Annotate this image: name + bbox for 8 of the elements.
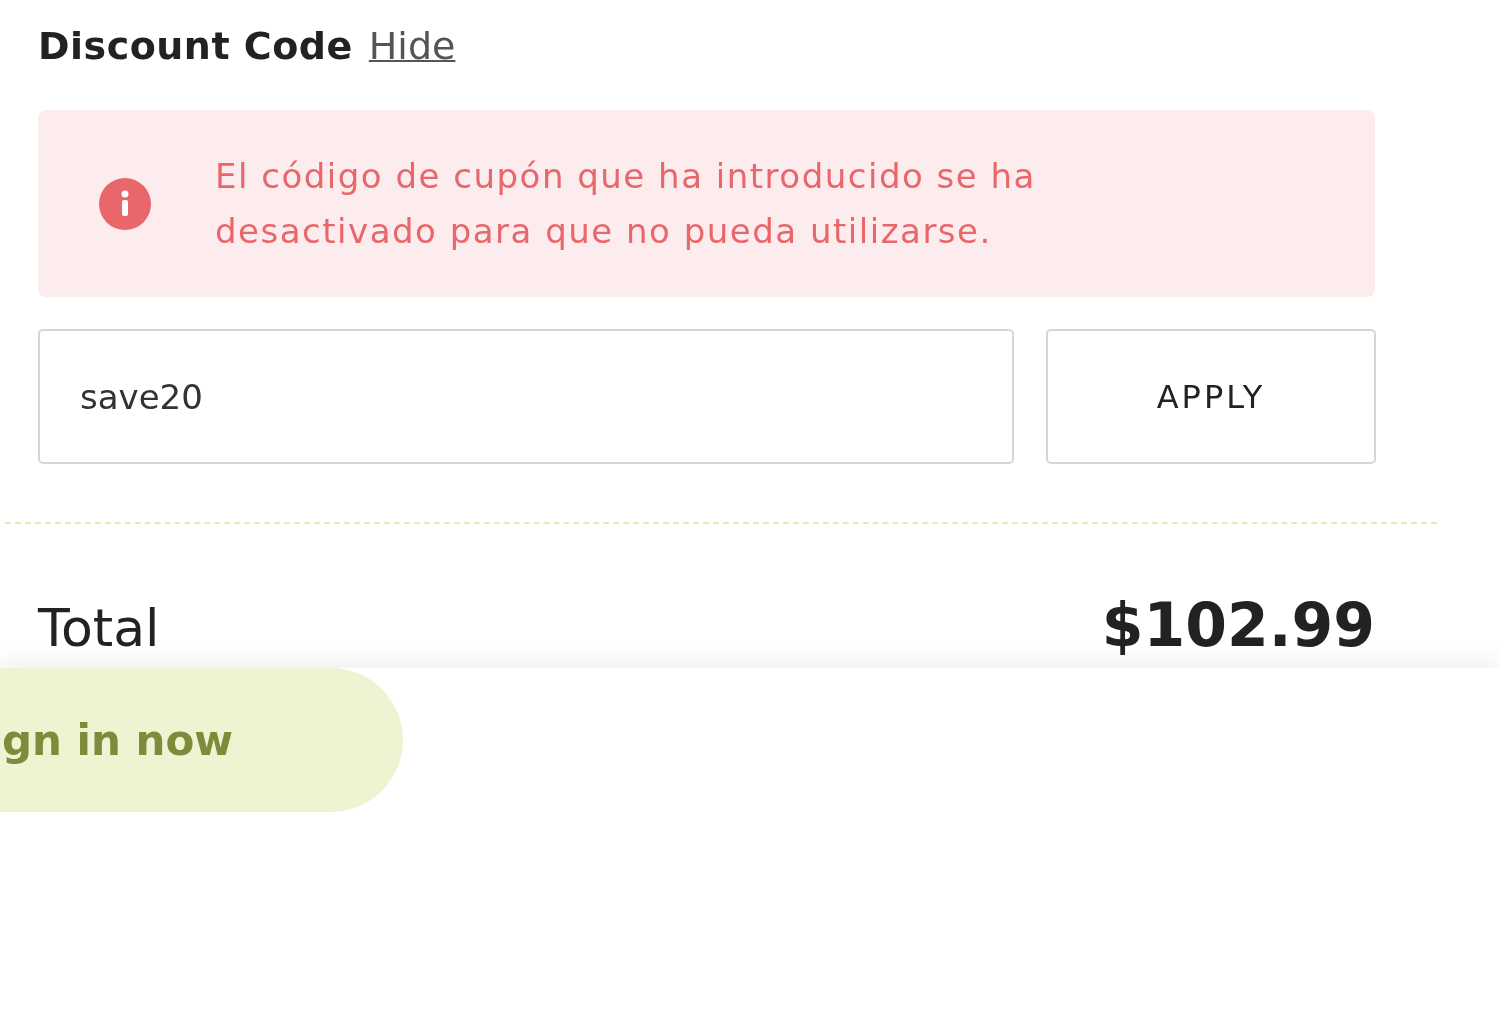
hide-link[interactable]: Hide (368, 24, 456, 68)
total-amount: $102.99 (1101, 590, 1375, 660)
info-icon (99, 177, 151, 230)
discount-code-field[interactable]: save20 (38, 329, 1014, 464)
alert-message: El código de cupón que ha introducido se ha desactivado para que no pueda utilizarse. (215, 154, 1037, 253)
total-label: Total (38, 598, 160, 658)
apply-button[interactable]: APPLY (1046, 329, 1376, 464)
section-title: Discount Code (38, 24, 353, 68)
